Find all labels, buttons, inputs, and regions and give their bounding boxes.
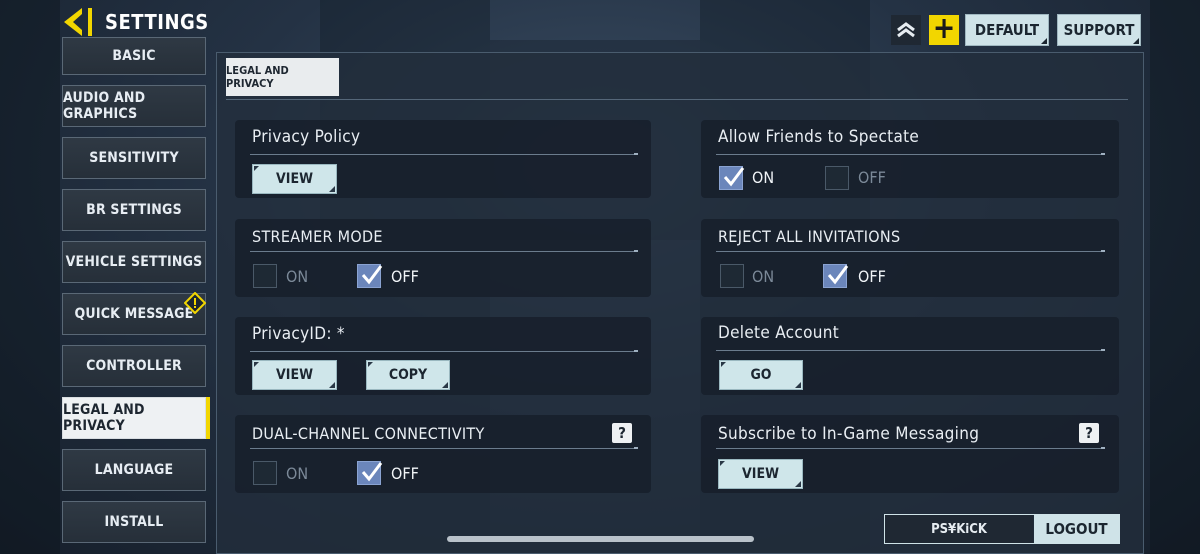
dual-channel-on-label: ON: [286, 464, 309, 483]
sidebar-item-install[interactable]: INSTALL: [62, 501, 206, 543]
allow-friends-off-checkbox[interactable]: [825, 166, 849, 190]
support-button-label: SUPPORT: [1063, 21, 1135, 39]
button-corner-mark: [795, 481, 801, 487]
privacy-id-card: PrivacyID: * VIEW COPY: [235, 317, 651, 395]
reject-invitations-card: REJECT ALL INVITATIONS ON OFF: [701, 219, 1119, 297]
sidebar-item-label: AUDIO AND GRAPHICS: [63, 90, 146, 122]
reject-invitations-title: REJECT ALL INVITATIONS: [718, 227, 901, 246]
horizontal-scrollbar[interactable]: [447, 536, 754, 542]
privacy-policy-title: Privacy Policy: [252, 127, 361, 147]
plus-icon[interactable]: +: [929, 14, 959, 45]
button-label: VIEW: [276, 367, 313, 383]
sidebar-item-label: LANGUAGE: [94, 462, 174, 478]
sidebar-item-language[interactable]: LANGUAGE: [62, 449, 206, 491]
dual-channel-off-label: OFF: [391, 464, 419, 483]
privacy-id-copy-button[interactable]: COPY: [366, 360, 450, 390]
streamer-mode-on-checkbox[interactable]: [253, 264, 277, 288]
allow-friends-spectate-title: Allow Friends to Spectate: [718, 127, 920, 147]
sidebar-item-basic[interactable]: BASIC: [62, 37, 206, 75]
sidebar-item-label: LEGAL AND PRIVACY: [63, 402, 145, 434]
button-corner-mark: [442, 382, 448, 388]
sidebar-item-br-settings[interactable]: BR SETTINGS: [62, 189, 206, 231]
rank-icon[interactable]: [891, 15, 921, 45]
sidebar-item-legal-and-privacy[interactable]: LEGAL AND PRIVACY: [62, 397, 206, 439]
button-corner-mark: [329, 382, 335, 388]
streamer-mode-card: STREAMER MODE ON OFF: [235, 219, 651, 297]
sidebar-item-label: INSTALL: [104, 514, 164, 530]
button-label: VIEW: [742, 466, 779, 482]
card-divider: [716, 250, 1105, 252]
card-divider: [716, 153, 1105, 155]
support-button[interactable]: SUPPORT: [1057, 14, 1141, 46]
card-divider: [250, 447, 638, 449]
background-shade-left: [0, 0, 60, 554]
button-corner-mark: [795, 382, 801, 388]
allow-friends-on-label: ON: [752, 168, 775, 187]
card-divider: [250, 250, 638, 252]
allow-friends-spectate-card: Allow Friends to Spectate ON OFF: [701, 120, 1119, 198]
sidebar-item-vehicle-settings[interactable]: VEHICLE SETTINGS: [62, 241, 206, 283]
page-title: SETTINGS: [105, 10, 209, 34]
card-divider: [716, 349, 1105, 351]
button-corner-mark: [1133, 38, 1139, 44]
sidebar-item-controller[interactable]: CONTROLLER: [62, 345, 206, 387]
streamer-mode-off-label: OFF: [391, 267, 419, 286]
sidebar-item-label: CONTROLLER: [86, 358, 182, 374]
card-divider: [716, 447, 1105, 449]
back-button[interactable]: [62, 5, 96, 39]
back-arrow-icon: [64, 8, 92, 36]
sidebar-item-label: VEHICLE SETTINGS: [65, 254, 203, 270]
button-label: GO: [750, 367, 772, 383]
card-divider: [250, 350, 638, 352]
dual-channel-on-checkbox[interactable]: [253, 461, 277, 485]
sidebar-item-label: QUICK MESSAGE: [74, 306, 194, 322]
sidebar-item-audio-and-graphics[interactable]: AUDIO AND GRAPHICS: [62, 85, 206, 127]
delete-account-title: Delete Account: [718, 323, 840, 343]
reject-invitations-on-checkbox[interactable]: [720, 264, 744, 288]
button-label: COPY: [388, 367, 428, 383]
privacy-policy-view-button[interactable]: VIEW: [252, 164, 337, 194]
sidebar-item-sensitivity[interactable]: SENSITIVITY: [62, 137, 206, 179]
reject-invitations-off-label: OFF: [858, 267, 886, 286]
sidebar-item-label: SENSITIVITY: [89, 150, 179, 166]
privacy-id-title: PrivacyID: *: [252, 324, 345, 344]
button-label: VIEW: [276, 171, 313, 187]
default-button[interactable]: DEFAULT: [965, 14, 1049, 46]
default-button-label: DEFAULT: [974, 21, 1040, 39]
delete-account-card: Delete Account GO: [701, 317, 1119, 395]
warning-icon: [183, 291, 207, 315]
sidebar-item-quick-message[interactable]: QUICK MESSAGE: [62, 291, 207, 335]
dual-channel-card: DUAL-CHANNEL CONNECTIVITY ? ON OFF: [235, 415, 651, 493]
subscribe-messaging-card: Subscribe to In-Game Messaging ? VIEW: [701, 415, 1119, 493]
allow-friends-on-checkbox[interactable]: [719, 166, 745, 190]
streamer-mode-off-checkbox[interactable]: [357, 264, 383, 288]
delete-account-go-button[interactable]: GO: [719, 360, 803, 390]
dual-channel-title: DUAL-CHANNEL CONNECTIVITY: [252, 424, 485, 443]
card-divider: [250, 153, 638, 155]
subscribe-messaging-help-icon[interactable]: ?: [1079, 423, 1099, 443]
button-corner-mark: [329, 186, 335, 192]
background-shade-right: [1150, 0, 1200, 554]
streamer-mode-title: STREAMER MODE: [252, 227, 383, 246]
dual-channel-help-icon[interactable]: ?: [612, 423, 632, 443]
subscribe-messaging-view-button[interactable]: VIEW: [718, 459, 803, 489]
privacy-policy-card: Privacy Policy VIEW: [235, 120, 651, 198]
subscribe-messaging-title: Subscribe to In-Game Messaging: [718, 424, 980, 444]
allow-friends-off-label: OFF: [858, 168, 886, 187]
username-display: PS¥KiCK: [885, 515, 1033, 543]
tab-divider: [226, 99, 1128, 100]
tab-legal-and-privacy[interactable]: LEGAL AND PRIVACY: [226, 58, 339, 96]
reject-invitations-off-checkbox[interactable]: [823, 264, 849, 288]
streamer-mode-on-label: ON: [286, 267, 309, 286]
sidebar-item-label: BR SETTINGS: [86, 202, 182, 218]
sidebar-item-label: BASIC: [112, 48, 156, 64]
button-corner-mark: [1041, 38, 1047, 44]
dual-channel-off-checkbox[interactable]: [357, 461, 383, 485]
reject-invitations-on-label: ON: [752, 267, 775, 286]
privacy-id-view-button[interactable]: VIEW: [252, 360, 337, 390]
logout-button[interactable]: LOGOUT: [1034, 515, 1119, 543]
